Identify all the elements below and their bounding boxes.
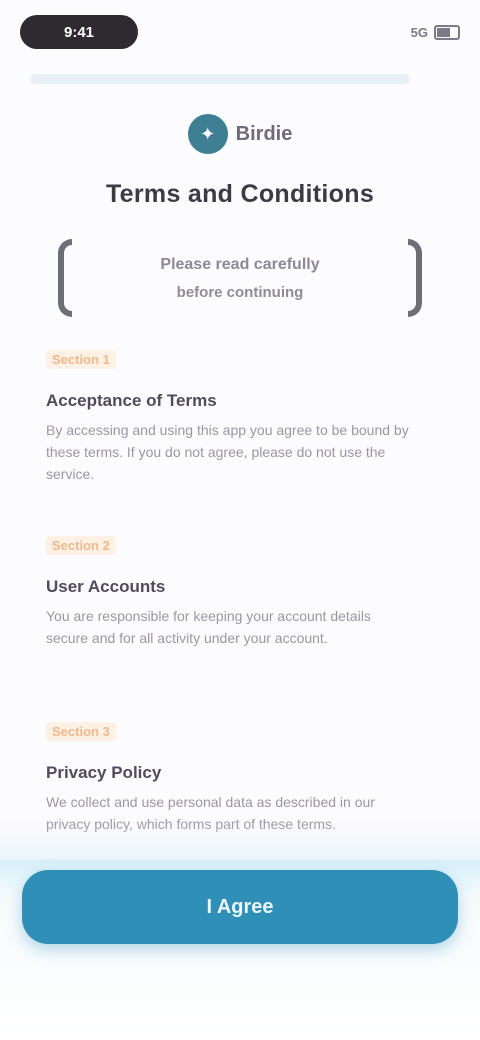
section-body: By accessing and using this app you agre…	[46, 422, 409, 482]
terms-section: Section 2 User Accounts You are responsi…	[46, 536, 410, 722]
banner-line-2: before continuing	[176, 283, 304, 301]
section-heading: User Accounts	[46, 577, 166, 596]
section-tag: Section 2	[46, 536, 116, 555]
section-body: You are responsible for keeping your acc…	[46, 608, 371, 646]
brand: ✦ Birdie	[0, 114, 480, 154]
section-heading: Acceptance of Terms	[46, 391, 217, 410]
notice-banner: Please read carefully before continuing	[58, 232, 422, 324]
status-bar: 9:41 5G	[20, 14, 460, 50]
signal-label: 5G	[410, 24, 428, 40]
section-heading: Privacy Policy	[46, 763, 162, 782]
left-bracket-icon	[58, 239, 72, 317]
status-time: 9:41	[20, 15, 138, 49]
status-indicators: 5G	[410, 24, 460, 40]
page-title: Terms and Conditions	[105, 180, 375, 208]
banner-text: Please read carefully before continuing	[72, 256, 408, 301]
section-tag: Section 1	[46, 350, 116, 369]
header-divider	[30, 74, 410, 84]
agree-button[interactable]: I Agree	[22, 870, 458, 944]
banner-line-1: Please read carefully	[160, 255, 320, 273]
battery-icon	[434, 24, 460, 40]
terms-section: Section 1 Acceptance of Terms By accessi…	[46, 350, 410, 536]
right-bracket-icon	[408, 239, 422, 317]
section-tag: Section 3	[46, 722, 116, 741]
bird-logo-icon: ✦	[187, 114, 228, 154]
brand-name: Birdie	[235, 122, 293, 145]
terms-screen: 9:41 5G ✦ Birdie Terms and Conditions Pl…	[0, 0, 480, 1040]
